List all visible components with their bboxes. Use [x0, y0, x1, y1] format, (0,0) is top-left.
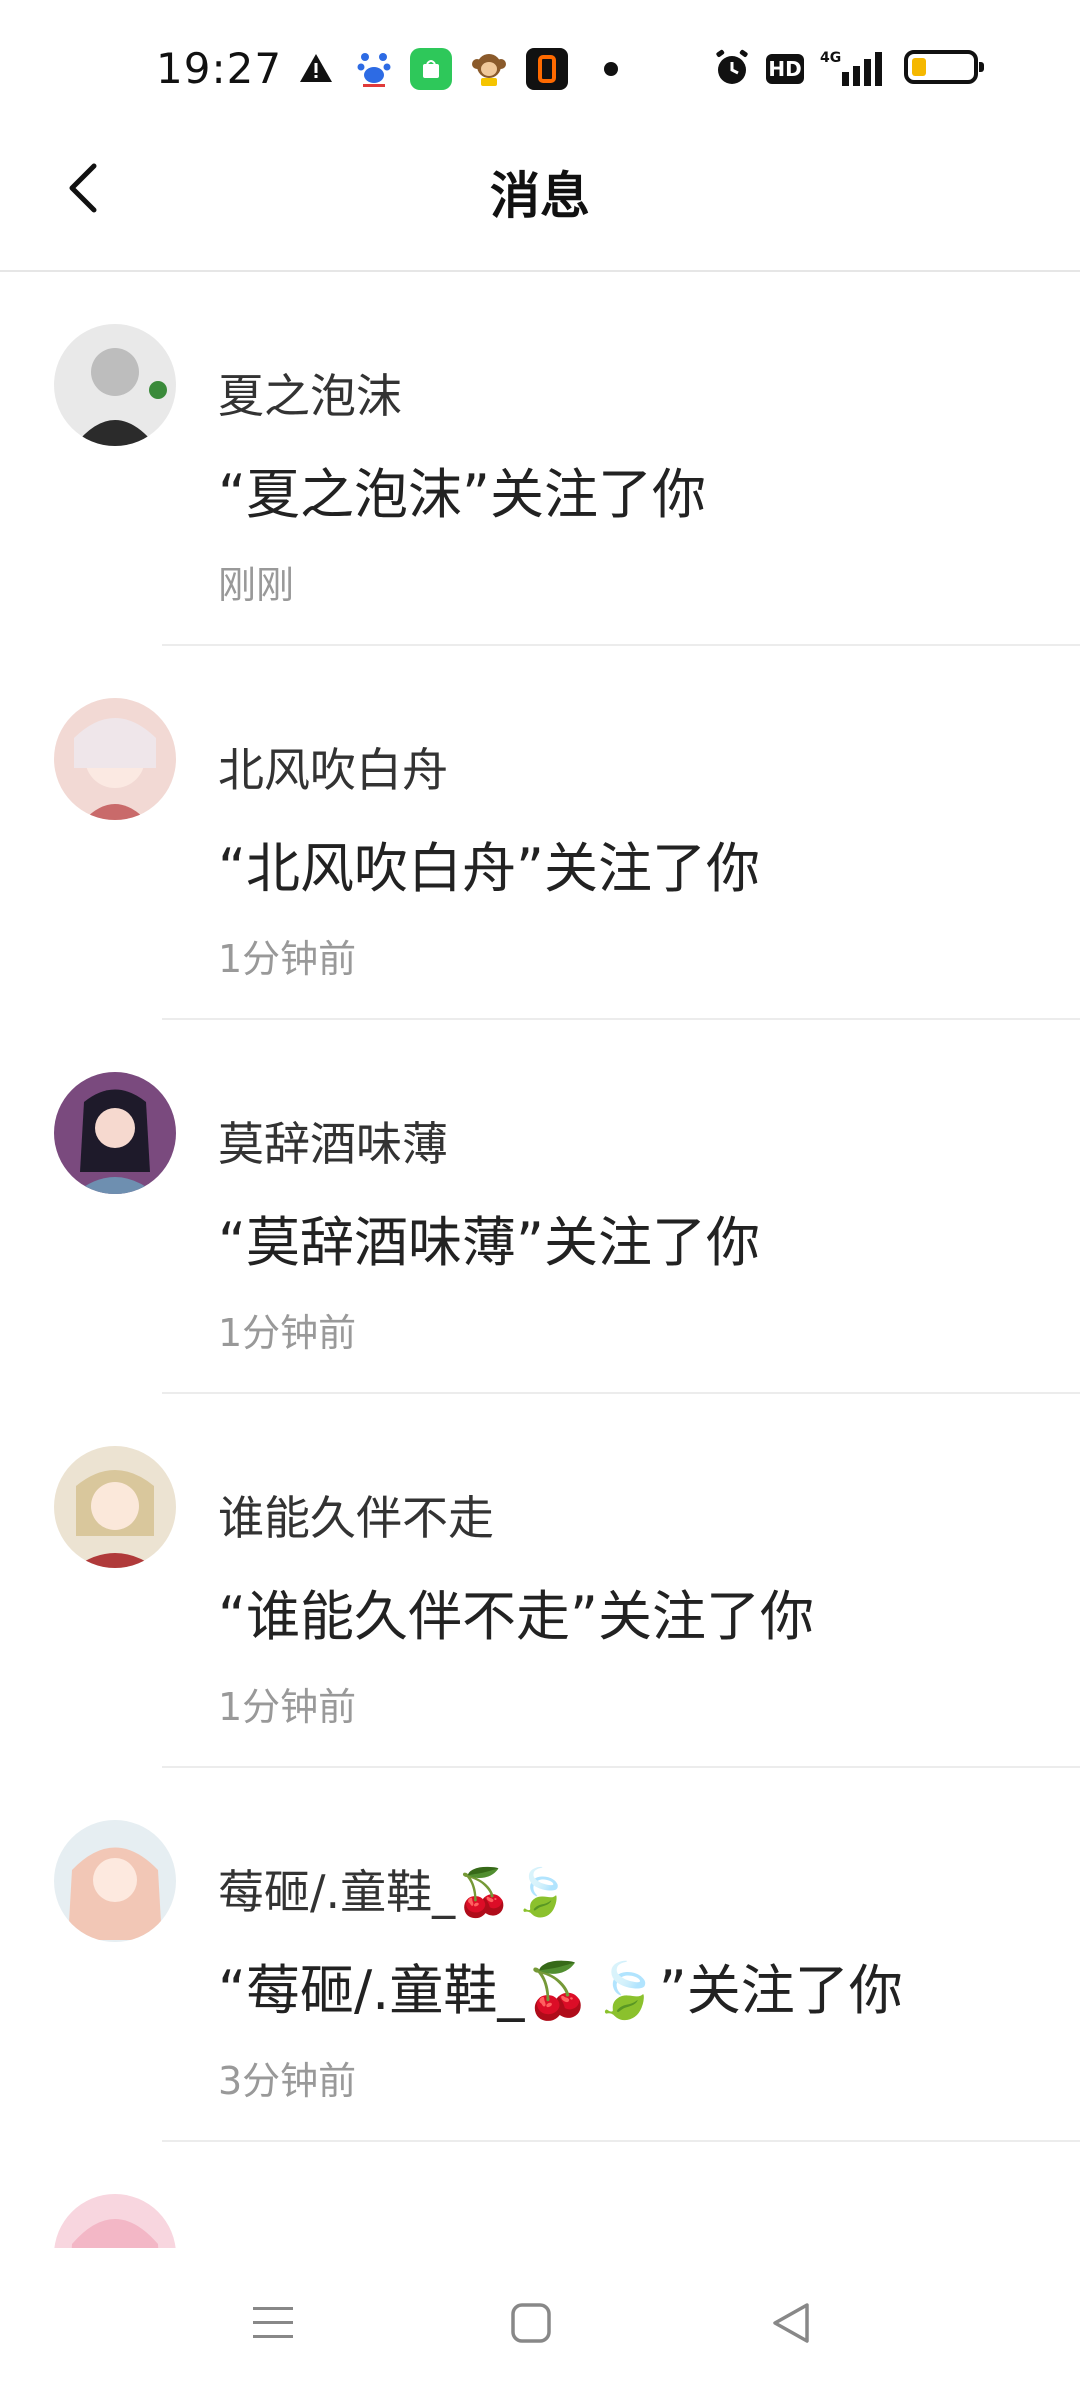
- page-title: 消息: [490, 167, 590, 225]
- alarm-icon: [712, 48, 752, 88]
- warning-icon: [296, 48, 336, 88]
- avatar[interactable]: [54, 324, 176, 446]
- user-name[interactable]: 莓砸/.童鞋_🍒🍃: [218, 1856, 570, 1922]
- notification-time: 1分钟前: [218, 1685, 357, 1729]
- notification-time: 1分钟前: [218, 937, 357, 981]
- network-label: 4G: [820, 50, 841, 66]
- status-time: 19:27: [156, 44, 283, 93]
- home-square-icon: [511, 2303, 551, 2343]
- monkey-icon: [468, 48, 510, 88]
- list-item[interactable]: 谁能久伴不走 “谁能久伴不走”关注了你 1分钟前: [0, 1394, 1080, 1768]
- avatar[interactable]: [54, 1446, 176, 1568]
- avatar[interactable]: [54, 698, 176, 820]
- dot-icon: [604, 62, 618, 76]
- notification-message: “北风吹白舟”关注了你: [218, 837, 760, 900]
- notification-message: “莫辞酒味薄”关注了你: [218, 1211, 760, 1274]
- avatar[interactable]: [54, 2194, 176, 2248]
- user-name[interactable]: 夏之泡沫: [218, 360, 402, 426]
- orange-app-icon: [526, 48, 568, 90]
- notification-time: 1分钟前: [218, 1311, 357, 1355]
- hd-icon: HD: [766, 54, 804, 84]
- notification-time: 3分钟前: [218, 2059, 357, 2103]
- avatar[interactable]: [54, 1072, 176, 1194]
- notification-message: “谁能久伴不走”关注了你: [218, 1585, 814, 1648]
- user-name[interactable]: 北风吹白舟: [218, 734, 448, 800]
- list-item[interactable]: 北风吹白舟 “北风吹白舟”关注了你 1分钟前: [0, 646, 1080, 1020]
- notification-time: 刚刚: [218, 563, 295, 607]
- battery-icon: [904, 50, 984, 84]
- user-name[interactable]: 谁能久伴不走: [218, 1482, 494, 1548]
- list-item[interactable]: 夏之泡沫 “夏之泡沫”关注了你 刚刚: [0, 272, 1080, 646]
- baidu-icon: [356, 48, 392, 88]
- notification-message: “夏之泡沫”关注了你: [218, 463, 706, 526]
- system-nav-bar: [0, 2248, 1080, 2400]
- user-name[interactable]: 莫辞酒味薄: [218, 1108, 448, 1174]
- status-bar: 19:27 HD 4G: [0, 0, 1080, 130]
- home-button[interactable]: [496, 2288, 566, 2358]
- list-item[interactable]: [0, 2142, 1080, 2248]
- list-item[interactable]: 莫辞酒味薄 “莫辞酒味薄”关注了你 1分钟前: [0, 1020, 1080, 1394]
- back-triangle-icon: [773, 2303, 809, 2343]
- top-app-bar: 消息: [0, 130, 1080, 272]
- menu-button[interactable]: [238, 2288, 308, 2358]
- menu-icon: [253, 2307, 293, 2338]
- system-back-button[interactable]: [756, 2288, 826, 2358]
- notification-message: “莓砸/.童鞋_🍒🍃”关注了你: [218, 1959, 903, 2022]
- 4g-signal-icon: 4G: [818, 48, 888, 88]
- avatar[interactable]: [54, 1820, 176, 1942]
- app-green-icon: [410, 48, 452, 90]
- notification-list[interactable]: 夏之泡沫 “夏之泡沫”关注了你 刚刚 北风吹白舟 “北风吹白舟”关注了你 1分钟…: [0, 272, 1080, 2248]
- list-item[interactable]: 莓砸/.童鞋_🍒🍃 “莓砸/.童鞋_🍒🍃”关注了你 3分钟前: [0, 1768, 1080, 2142]
